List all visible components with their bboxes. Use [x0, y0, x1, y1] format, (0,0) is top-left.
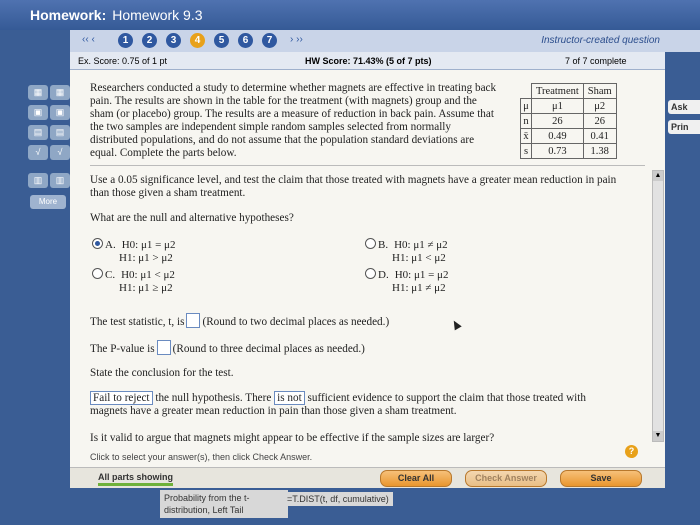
table-row: μ μ1 μ2	[520, 98, 617, 114]
tool-icon[interactable]: ▦	[28, 85, 48, 100]
homework-score: HW Score: 71.43% (5 of 7 pts)	[305, 56, 432, 66]
help-icon[interactable]: ?	[625, 445, 638, 458]
question-panel: Researchers conducted a study to determi…	[70, 70, 665, 470]
print-button[interactable]: Prin	[668, 120, 700, 134]
radio-d[interactable]	[365, 268, 376, 279]
question-7-button[interactable]: 7	[262, 33, 277, 48]
question-3-button[interactable]: 3	[166, 33, 181, 48]
score-bar: Ex. Score: 0.75 of 1 pt HW Score: 71.43%…	[70, 52, 665, 70]
divider	[90, 165, 645, 166]
conclusion-row: Fail to reject the null hypothesis. Ther…	[90, 391, 586, 417]
question-validity: Is it valid to argue that magnets might …	[90, 432, 495, 444]
tool-icon[interactable]: ▥	[28, 173, 48, 188]
tool-icon[interactable]: ▥	[50, 173, 70, 188]
click-hint: Click to select your answer(s), then cli…	[90, 452, 313, 462]
tool-icon[interactable]: ▤	[28, 125, 48, 140]
question-2-button[interactable]: 2	[142, 33, 157, 48]
option-c[interactable]: C. H0: μ1 < μ2 H1: μ1 ≥ μ2	[92, 268, 175, 295]
question-navigator: ‹‹ ‹ 1 2 3 4 5 6 7 › ›› Instructor-creat…	[70, 30, 700, 52]
p-value-row: The P-value is (Round to three decimal pl…	[90, 340, 365, 356]
evidence-dropdown[interactable]: is not	[274, 391, 305, 405]
table-row: s 0.73 1.38	[520, 143, 617, 159]
table-row: n 26 26	[520, 113, 617, 129]
title-bar: Homework: Homework 9.3	[0, 0, 700, 30]
test-statistic-row: The test statistic, t, is (Round to two d…	[90, 313, 389, 329]
reject-dropdown[interactable]: Fail to reject	[90, 391, 153, 405]
test-statistic-input[interactable]	[186, 313, 201, 328]
radio-c[interactable]	[92, 268, 103, 279]
p-value-input[interactable]	[156, 340, 171, 355]
instructor-created-label: Instructor-created question	[541, 35, 660, 46]
ask-button[interactable]: Ask	[668, 100, 700, 114]
scrollbar[interactable]: ▲ ▼	[652, 170, 664, 442]
option-b[interactable]: B. H0: μ1 ≠ μ2 H1: μ1 < μ2	[365, 238, 448, 265]
question-4-button[interactable]: 4	[190, 33, 205, 48]
sqrt-icon[interactable]: √	[28, 145, 48, 160]
tool-icon[interactable]: ▤	[50, 125, 70, 140]
table-header: Sham	[582, 83, 617, 99]
tool-icon[interactable]: ▦	[50, 85, 70, 100]
homework-label: Homework:	[30, 7, 107, 23]
tool-icon[interactable]: ▣	[28, 105, 48, 120]
previous-question-button[interactable]: ‹‹ ‹	[82, 34, 95, 45]
progress-text: 7 of 7 complete	[565, 56, 627, 66]
next-question-button[interactable]: › ››	[290, 34, 303, 45]
homework-name: Homework 9.3	[112, 7, 203, 23]
problem-text: Researchers conducted a study to determi…	[90, 82, 497, 159]
save-button[interactable]: Save	[560, 470, 642, 487]
all-parts-showing[interactable]: All parts showing	[98, 472, 174, 486]
table-header: Treatment	[531, 83, 584, 99]
table-row: x̄ 0.49 0.41	[520, 128, 617, 144]
question-hypotheses: What are the null and alternative hypoth…	[90, 212, 294, 224]
option-d[interactable]: D. H0: μ1 = μ2 H1: μ1 ≠ μ2	[365, 268, 448, 295]
sqrt-icon[interactable]: √	[50, 145, 70, 160]
question-6-button[interactable]: 6	[238, 33, 253, 48]
bottom-bar: All parts showing Clear All Check Answer…	[70, 467, 665, 488]
exercise-score: Ex. Score: 0.75 of 1 pt	[78, 56, 168, 66]
radio-b[interactable]	[365, 238, 376, 249]
option-a[interactable]: A. H0: μ1 = μ2 H1: μ1 > μ2	[92, 238, 175, 265]
question-claim: Use a 0.05 significance level, and test …	[90, 174, 617, 199]
more-button[interactable]: More	[30, 195, 66, 209]
question-5-button[interactable]: 5	[214, 33, 229, 48]
clear-all-button[interactable]: Clear All	[380, 470, 452, 487]
tooltip-formula: =T.DIST(t, df, cumulative)	[283, 492, 393, 506]
check-answer-button[interactable]: Check Answer	[465, 470, 547, 487]
data-table: Treatment Sham μ μ1 μ2 n 26 26 x̄ 0.49 0…	[520, 83, 617, 159]
tool-icon[interactable]: ▣	[50, 105, 70, 120]
radio-a[interactable]	[92, 238, 103, 249]
tooltip-probability: Probability from the t-distribution, Lef…	[160, 490, 288, 518]
question-1-button[interactable]: 1	[118, 33, 133, 48]
conclusion-label: State the conclusion for the test.	[90, 367, 234, 379]
